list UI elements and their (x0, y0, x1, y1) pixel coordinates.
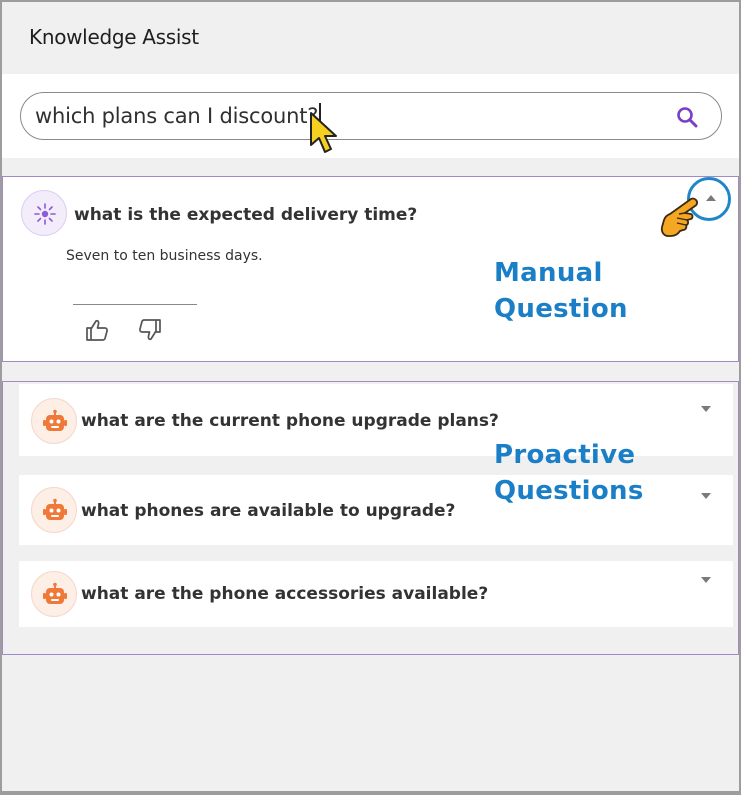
thumbs-down-icon[interactable] (137, 317, 163, 343)
robot-avatar (31, 487, 77, 533)
search-input[interactable]: which plans can I discount? (20, 92, 722, 140)
robot-icon (43, 409, 67, 431)
proactive-question-text: what are the phone accessories available… (81, 584, 489, 604)
chevron-down-icon[interactable] (701, 406, 711, 412)
chevron-down-icon[interactable] (701, 493, 711, 499)
proactive-question-text: what phones are available to upgrade? (81, 501, 456, 521)
annotation-line: Proactive (494, 440, 636, 470)
chevron-up-icon[interactable] (706, 195, 716, 201)
sparkle-icon (34, 203, 56, 225)
search-panel: which plans can I discount? (2, 74, 739, 158)
feedback-divider (73, 304, 197, 305)
robot-avatar (31, 398, 77, 444)
proactive-questions-annotation: Proactive Questions (494, 437, 644, 509)
robot-icon (43, 582, 67, 604)
robot-icon (43, 498, 67, 520)
proactive-questions-panel: what are the current phone upgrade plans… (2, 381, 739, 655)
manual-question-annotation: Manual Question (494, 255, 628, 327)
manual-question-text: what is the expected delivery time? (74, 205, 418, 225)
annotation-line: Manual (494, 258, 603, 288)
search-input-value: which plans can I discount? (35, 103, 322, 128)
sparkle-avatar (21, 190, 67, 236)
chevron-down-icon[interactable] (701, 577, 711, 583)
annotation-line: Question (494, 294, 628, 324)
annotation-line: Questions (494, 476, 644, 506)
thumbs-up-icon[interactable] (84, 317, 110, 343)
manual-answer-text: Seven to ten business days. (66, 248, 263, 264)
manual-question-card: what is the expected delivery time? Seve… (2, 176, 739, 362)
robot-avatar (31, 571, 77, 617)
search-icon[interactable] (675, 105, 699, 129)
hand-pointer-icon (660, 197, 698, 237)
app-title: Knowledge Assist (29, 25, 199, 49)
proactive-question-text: what are the current phone upgrade plans… (81, 411, 499, 431)
mouse-pointer-icon (310, 112, 337, 153)
proactive-question-item[interactable]: what are the phone accessories available… (19, 561, 733, 627)
